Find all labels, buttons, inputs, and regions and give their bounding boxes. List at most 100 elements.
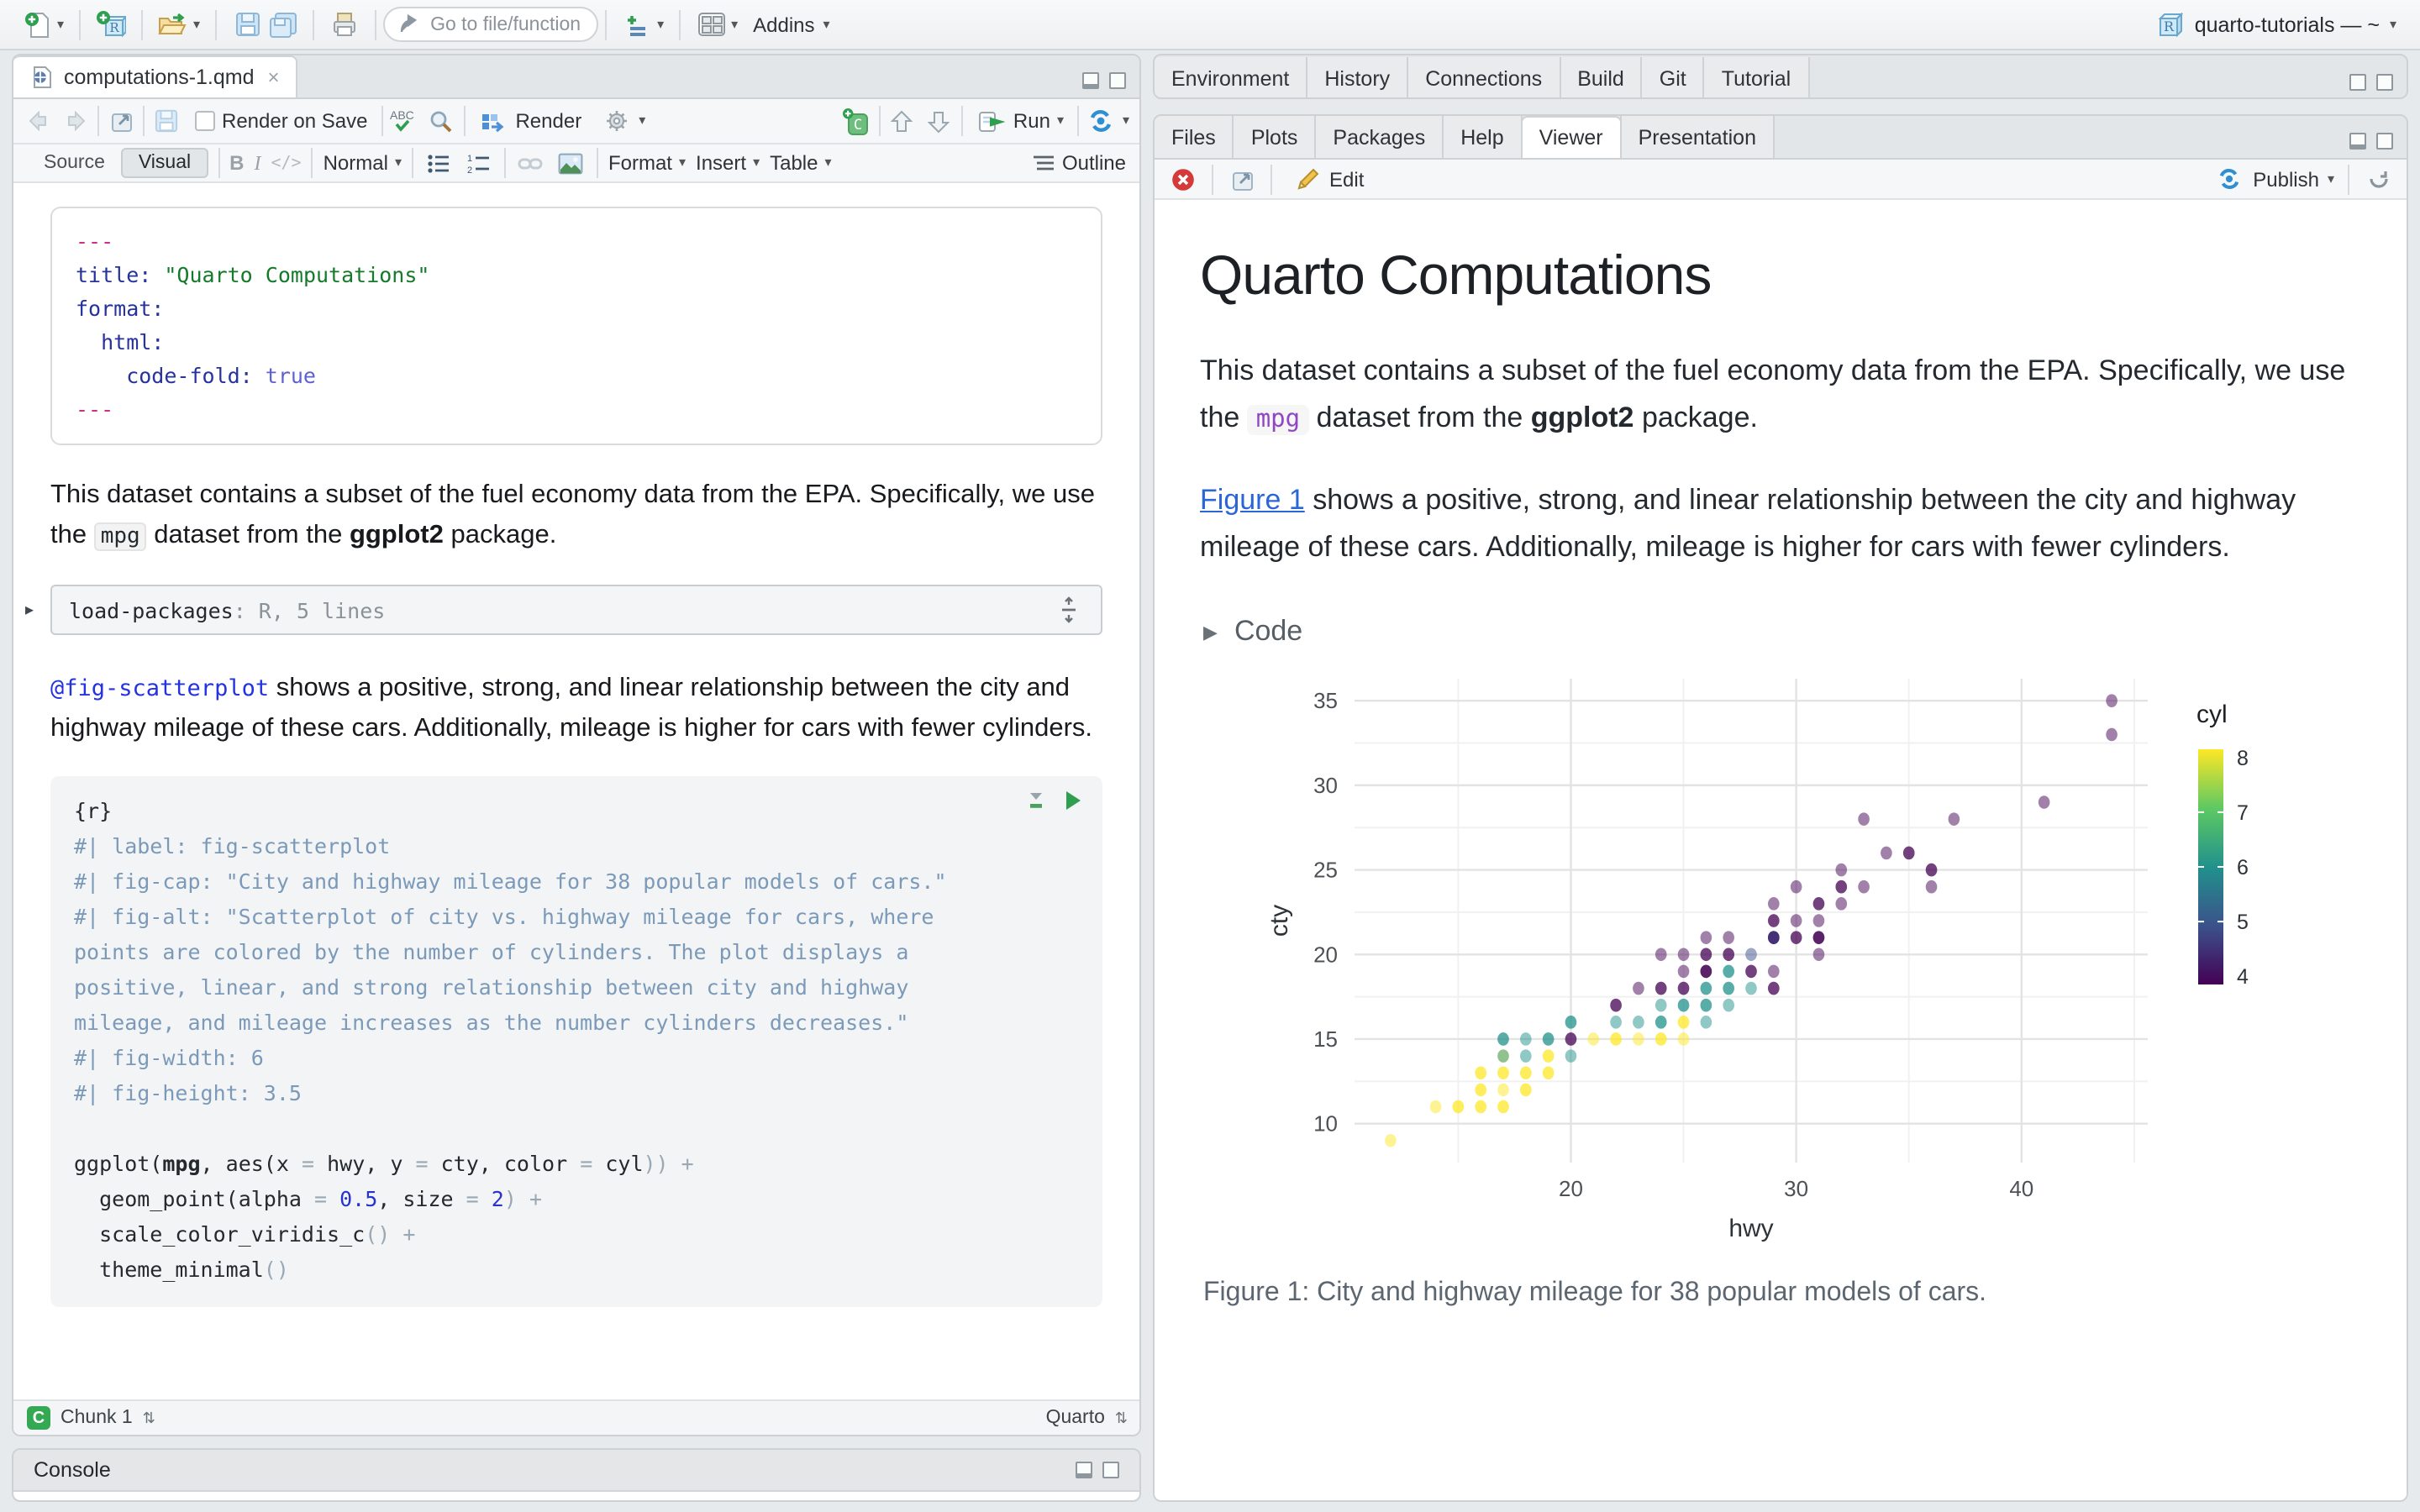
maximize-pane-icon[interactable] xyxy=(1109,72,1126,89)
tab-help[interactable]: Help xyxy=(1442,116,1522,158)
render-button[interactable]: Render xyxy=(471,102,588,139)
editor-document[interactable]: --- title: "Quarto Computations" format:… xyxy=(13,183,1139,1399)
visual-mode-button[interactable]: Visual xyxy=(122,148,208,178)
render-settings-button[interactable]: ▾ xyxy=(595,102,652,139)
tab-git[interactable]: Git xyxy=(1641,57,1705,99)
close-tab-icon[interactable]: × xyxy=(268,66,280,89)
insert-chunk-icon[interactable]: C xyxy=(842,106,872,136)
r-code-chunk[interactable]: {r} #| label: fig-scatterplot #| fig-cap… xyxy=(50,776,1102,1307)
console-header[interactable]: Console xyxy=(13,1450,1139,1492)
popout-window-icon[interactable] xyxy=(106,106,136,136)
panes-caret[interactable]: ▾ xyxy=(731,18,738,31)
render-on-save-checkbox[interactable] xyxy=(195,111,215,131)
console-minimize-icon[interactable] xyxy=(1076,1462,1092,1478)
tab-build[interactable]: Build xyxy=(1559,57,1643,99)
run-button[interactable]: Run ▾ xyxy=(970,102,1071,139)
viewer-minimize-icon[interactable] xyxy=(2349,133,2366,150)
document-title: Quarto Computations xyxy=(1200,244,2356,307)
expand-chunk-icon[interactable]: ▸ xyxy=(25,601,34,619)
edit-button[interactable]: Edit xyxy=(1286,160,1370,197)
back-icon[interactable] xyxy=(24,106,54,136)
image-icon[interactable] xyxy=(556,148,587,178)
code-format-button[interactable]: </> xyxy=(271,154,301,172)
minimize-pane-icon[interactable] xyxy=(1082,72,1099,89)
tab-connections[interactable]: Connections xyxy=(1407,57,1560,99)
outline-toggle[interactable]: Outline xyxy=(1034,148,1126,178)
spellcheck-icon[interactable]: ABC xyxy=(389,106,419,136)
yaml-line: --- xyxy=(76,393,1077,427)
format-menu-label: Format xyxy=(608,151,672,175)
print-icon[interactable] xyxy=(329,9,360,39)
paragraph-1: This dataset contains a subset of the fu… xyxy=(50,475,1102,558)
tools-icon[interactable] xyxy=(622,9,652,39)
save-all-icon[interactable] xyxy=(267,9,297,39)
render-on-save-toggle[interactable]: Render on Save xyxy=(188,106,374,136)
numbered-list-icon[interactable]: 12 xyxy=(464,148,494,178)
viewer-maximize-icon[interactable] xyxy=(2376,133,2393,150)
chunk-line: #| fig-cap: "City and highway mileage fo… xyxy=(74,864,1079,899)
code-disclosure[interactable]: ▶ Code xyxy=(1203,615,2356,648)
bullet-list-icon[interactable] xyxy=(424,148,454,178)
goto-file-search[interactable] xyxy=(383,7,598,42)
tab-computations-1-qmd[interactable]: computations-1.qmd × xyxy=(13,55,298,97)
paragraph-style-value: Normal xyxy=(324,151,388,175)
yaml-block[interactable]: --- title: "Quarto Computations" format:… xyxy=(50,207,1102,445)
refresh-icon[interactable] xyxy=(2363,164,2393,194)
run-previous-chunks-icon[interactable] xyxy=(887,106,918,136)
expand-collapse-icon[interactable] xyxy=(1054,595,1084,625)
find-replace-icon[interactable] xyxy=(426,106,456,136)
tab-viewer[interactable]: Viewer xyxy=(1521,116,1622,158)
run-chunk-icon[interactable] xyxy=(1064,790,1082,811)
new-file-caret[interactable]: ▾ xyxy=(57,18,64,31)
source-mode-button[interactable]: Source xyxy=(27,148,122,178)
env-maximize-icon[interactable] xyxy=(2376,74,2393,91)
svg-text:20: 20 xyxy=(1559,1176,1583,1201)
tab-tutorial[interactable]: Tutorial xyxy=(1703,57,1809,99)
open-file-caret[interactable]: ▾ xyxy=(193,18,200,31)
rendered-document[interactable]: Quarto Computations This dataset contain… xyxy=(1155,200,2407,1500)
project-selector[interactable]: R quarto-tutorials — ~ ▾ xyxy=(2144,6,2407,43)
publish-button[interactable]: Publish ▾ xyxy=(2214,164,2334,194)
document-mode-label[interactable]: Quarto xyxy=(1046,1408,1105,1428)
project-caret: ▾ xyxy=(2390,18,2396,31)
new-file-icon[interactable] xyxy=(22,9,52,39)
goto-arrow-icon xyxy=(398,13,420,35)
save-doc-icon[interactable] xyxy=(151,106,182,136)
tools-caret[interactable]: ▾ xyxy=(657,18,664,31)
chunk-line: scale_color_viridis_c() + xyxy=(74,1216,1079,1252)
run-next-chunks-icon[interactable] xyxy=(924,106,955,136)
chunk-options-icon[interactable] xyxy=(1025,790,1047,811)
italic-button[interactable]: I xyxy=(254,150,260,176)
chunk-position-label[interactable]: Chunk 1 xyxy=(60,1408,133,1428)
new-project-icon[interactable]: R xyxy=(96,9,126,39)
tab-packages[interactable]: Packages xyxy=(1314,116,1444,158)
chunk-stepper-icon[interactable]: ⇅ xyxy=(143,1409,154,1427)
svg-text:5: 5 xyxy=(2237,911,2249,934)
panes-layout-icon[interactable] xyxy=(696,9,726,39)
tab-environment[interactable]: Environment xyxy=(1155,57,1307,99)
paragraph-style-dropdown[interactable]: Normal ▾ xyxy=(324,151,402,175)
source-publish-icon[interactable] xyxy=(1086,106,1116,136)
collapsed-chunk-load-packages[interactable]: ▸ load-packages: R, 5 lines xyxy=(50,585,1102,635)
env-restore-icon[interactable] xyxy=(2349,74,2366,91)
tab-files[interactable]: Files xyxy=(1155,116,1234,158)
insert-menu[interactable]: Insert ▾ xyxy=(696,151,760,175)
mode-stepper-icon[interactable]: ⇅ xyxy=(1115,1409,1126,1427)
console-maximize-icon[interactable] xyxy=(1102,1462,1119,1478)
format-menu[interactable]: Format ▾ xyxy=(608,151,686,175)
tab-plots[interactable]: Plots xyxy=(1233,116,1317,158)
forward-icon[interactable] xyxy=(60,106,91,136)
table-menu[interactable]: Table ▾ xyxy=(770,151,831,175)
goto-file-input[interactable] xyxy=(430,14,581,34)
tab-history[interactable]: History xyxy=(1306,57,1408,99)
save-icon[interactable] xyxy=(232,9,262,39)
bold-button[interactable]: B xyxy=(229,151,244,175)
tab-presentation[interactable]: Presentation xyxy=(1620,116,1775,158)
viewer-popout-icon[interactable] xyxy=(1227,164,1257,194)
source-publish-caret[interactable]: ▾ xyxy=(1123,114,1129,128)
link-icon[interactable] xyxy=(516,148,546,178)
addins-menu[interactable]: Addins ▾ xyxy=(753,13,829,36)
open-file-icon[interactable] xyxy=(158,9,188,39)
stop-viewer-icon[interactable] xyxy=(1168,164,1198,194)
gear-icon xyxy=(602,106,632,136)
